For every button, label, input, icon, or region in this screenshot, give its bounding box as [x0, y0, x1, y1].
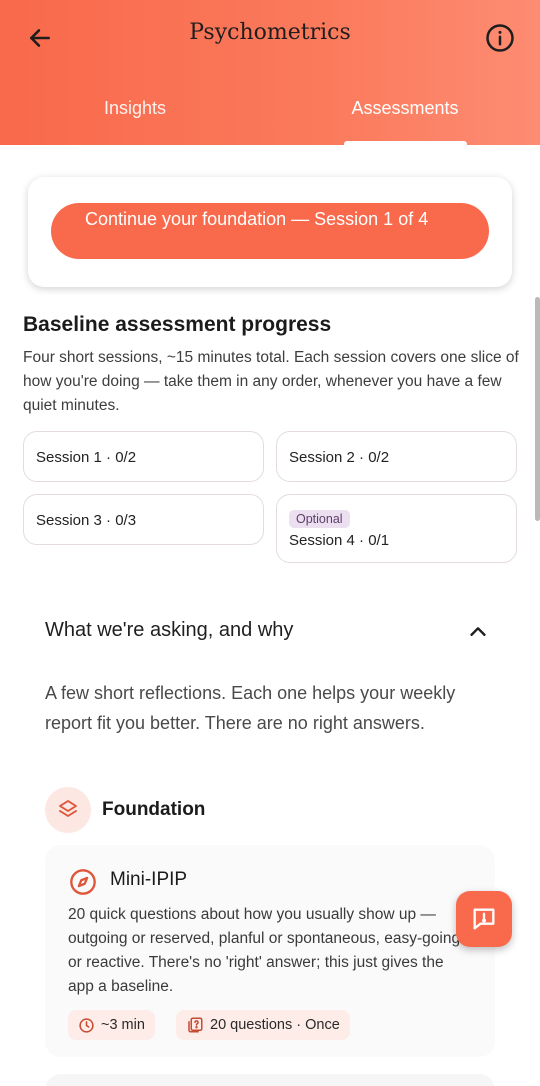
- scrollbar[interactable]: [535, 297, 540, 521]
- app-root: Psychometrics Insights Assessments Conti…: [0, 0, 540, 1086]
- chevron-up-icon: [470, 627, 486, 636]
- accordion-toggle[interactable]: [465, 619, 491, 645]
- foundation-label: Foundation: [102, 799, 206, 820]
- tab-assessments[interactable]: Assessments: [310, 98, 500, 119]
- active-tab-indicator: [344, 141, 467, 145]
- session-label: Session 2 · 0/2: [289, 449, 390, 466]
- instrument-title: Mini-IPIP: [110, 869, 188, 890]
- session-label: Session 3 · 0/3: [36, 512, 137, 529]
- layers-icon: [59, 800, 77, 817]
- instrument-card-mini-ipip[interactable]: Mini-IPIP 20 quick questions about how y…: [45, 845, 495, 1057]
- accordion-description: A few short reflections. Each one helps …: [45, 683, 456, 733]
- header: Psychometrics Insights Assessments: [0, 0, 540, 145]
- session-label: Session 4 · 0/1: [289, 532, 390, 549]
- continue-card: Continue your foundation — Session 1 of …: [28, 177, 512, 287]
- session-card-2[interactable]: Session 2 · 0/2: [276, 431, 517, 482]
- info-button[interactable]: [480, 18, 520, 58]
- foundation-icon-wrap: [45, 787, 91, 833]
- session-card-3[interactable]: Session 3 · 0/3: [23, 494, 264, 545]
- question-cards-icon: [188, 1017, 203, 1033]
- baseline-description: Four short sessions, ~15 minutes total. …: [23, 349, 519, 414]
- instrument-card-next[interactable]: [45, 1074, 495, 1086]
- duration-text: ~3 min: [101, 1017, 145, 1033]
- tab-insights[interactable]: Insights: [40, 98, 230, 119]
- clock-icon: [79, 1017, 94, 1033]
- feedback-icon: [473, 908, 495, 930]
- info-icon: [486, 24, 514, 52]
- compass-icon: [70, 869, 96, 895]
- optional-badge: Optional: [289, 510, 350, 528]
- baseline-title: Baseline assessment progress: [23, 313, 332, 336]
- session-label: Session 1 · 0/2: [36, 449, 137, 466]
- questions-text: 20 questions · Once: [210, 1017, 340, 1033]
- continue-foundation-button[interactable]: Continue your foundation — Session 1 of …: [51, 203, 489, 259]
- session-card-1[interactable]: Session 1 · 0/2: [23, 431, 264, 482]
- session-card-4[interactable]: Optional Session 4 · 0/1: [276, 494, 517, 563]
- duration-chip: ~3 min: [68, 1010, 155, 1040]
- accordion-title[interactable]: What we're asking, and why: [45, 619, 293, 642]
- instrument-description: 20 quick questions about how you usually…: [68, 906, 461, 995]
- feedback-button[interactable]: [456, 891, 512, 947]
- page-title: Psychometrics: [189, 20, 351, 45]
- questions-chip: 20 questions · Once: [176, 1010, 350, 1040]
